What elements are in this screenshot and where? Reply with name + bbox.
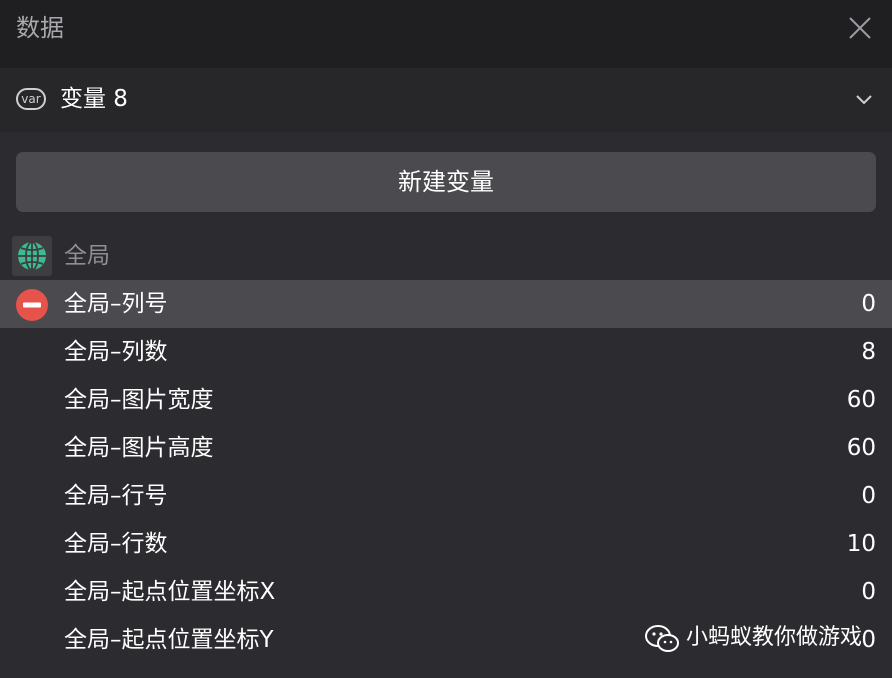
variable-value: 10 [846, 531, 876, 557]
variable-row[interactable]: 全局–行号 0 [0, 472, 892, 520]
variable-row[interactable]: 全局–起点位置坐标X 0 [0, 568, 892, 616]
variable-name: 全局–图片高度 [64, 435, 214, 461]
variable-row[interactable]: 全局–图片高度 60 [0, 424, 892, 472]
wechat-icon [645, 625, 679, 652]
close-icon[interactable] [846, 14, 874, 42]
new-variable-button[interactable]: 新建变量 [16, 152, 876, 212]
variable-row[interactable]: 全局–列数 8 [0, 328, 892, 376]
panel-title: 数据 [16, 14, 64, 42]
variable-value: 0 [861, 579, 876, 605]
variable-value: 0 [861, 291, 876, 317]
variable-value: 8 [861, 339, 876, 365]
delete-icon[interactable] [16, 289, 48, 321]
selected-variable-name: 变量 8 [60, 86, 128, 112]
var-icon: var [16, 88, 46, 110]
variable-selector[interactable]: var 变量 8 [0, 68, 892, 132]
variable-row[interactable]: 全局–图片宽度 60 [0, 376, 892, 424]
variable-row[interactable]: 全局–行数 10 [0, 520, 892, 568]
variable-value: 0 [861, 483, 876, 509]
watermark-text: 小蚂蚁教你做游戏 [686, 625, 863, 650]
variable-name: 全局–起点位置坐标X [64, 579, 276, 605]
variable-name: 全局–行号 [64, 483, 168, 509]
variable-name: 全局–图片宽度 [64, 387, 214, 413]
variable-row[interactable]: 全局–列号 0 [0, 280, 892, 328]
variable-name: 全局–起点位置坐标Y [64, 627, 274, 653]
chevron-down-icon[interactable] [854, 92, 874, 106]
variable-value: 0 [861, 627, 876, 653]
variable-value: 60 [846, 387, 876, 413]
variable-value: 60 [846, 435, 876, 461]
variable-name: 全局–列数 [64, 339, 168, 365]
variable-name: 全局–行数 [64, 531, 168, 557]
title-bar: 数据 [0, 0, 892, 68]
globe-icon [12, 236, 52, 276]
variable-name: 全局–列号 [64, 291, 168, 317]
scope-label: 全局 [64, 243, 110, 269]
